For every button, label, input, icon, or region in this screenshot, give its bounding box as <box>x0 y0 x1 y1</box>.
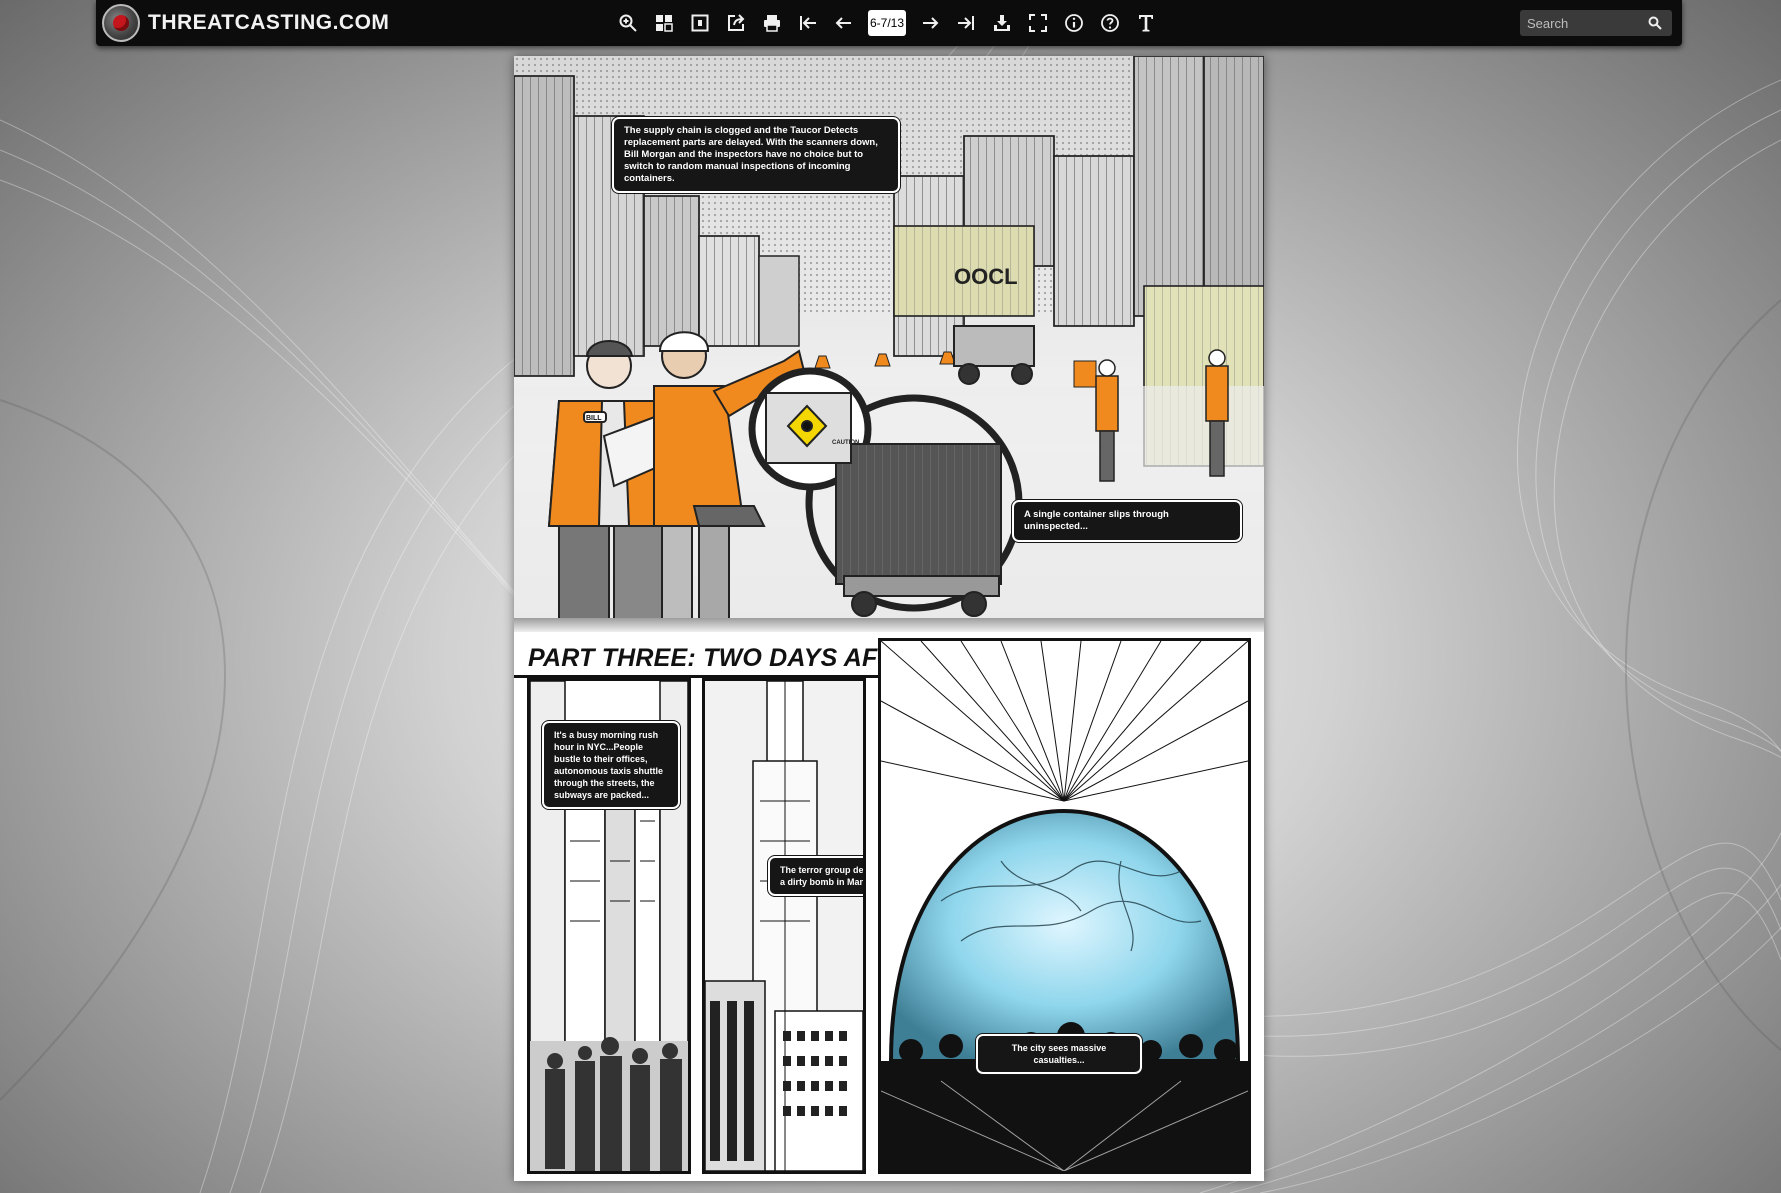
download-icon[interactable] <box>984 5 1020 41</box>
fullscreen-icon[interactable] <box>1020 5 1056 41</box>
text-icon[interactable] <box>1128 5 1164 41</box>
explosion-illustration <box>881 641 1248 1171</box>
brand-name: THREATCASTING.COM <box>148 11 390 34</box>
logo-icon <box>102 4 140 42</box>
badge-name: BILL <box>586 415 602 422</box>
viewer-toolbar: THREATCASTING.COM 6-7/13 <box>96 0 1682 46</box>
info-icon[interactable] <box>1056 5 1092 41</box>
panel-skyscraper: The terror group detonates a dirty bomb … <box>702 678 866 1174</box>
share-icon[interactable] <box>718 5 754 41</box>
panel-explosion: The city sees massive casualties... <box>878 638 1251 1174</box>
caption-single-container: A single container slips through uninspe… <box>1012 500 1242 542</box>
skyscraper-illustration <box>705 681 863 1171</box>
panel-shipping-yard: OOCL BILL CAUTION The supply chain is cl… <box>514 56 1264 618</box>
search-icon[interactable] <box>1642 10 1668 36</box>
caption-supply-chain: The supply chain is clogged and the Tauc… <box>612 117 900 193</box>
last-page-icon[interactable] <box>948 5 984 41</box>
previous-page-icon[interactable] <box>826 5 862 41</box>
toolbar-tools: 6-7/13 <box>610 0 1164 46</box>
zoom-in-icon[interactable] <box>610 5 646 41</box>
brand-logo[interactable]: THREATCASTING.COM <box>102 4 389 42</box>
thumbnails-icon[interactable] <box>646 5 682 41</box>
caption-rush-hour: It's a busy morning rush hour in NYC...P… <box>542 721 680 809</box>
first-page-icon[interactable] <box>790 5 826 41</box>
print-icon[interactable] <box>754 5 790 41</box>
panel-nyc-street: It's a busy morning rush hour in NYC...P… <box>527 678 691 1174</box>
help-icon[interactable] <box>1092 5 1128 41</box>
search-box <box>1520 10 1672 36</box>
caution-label: CAUTION <box>832 440 859 446</box>
page-divider <box>514 618 1264 632</box>
comic-page: OOCL BILL CAUTION The supply chain is cl… <box>514 56 1264 1181</box>
search-input[interactable] <box>1520 15 1642 31</box>
single-page-icon[interactable] <box>682 5 718 41</box>
caption-dirty-bomb: The terror group detonates a dirty bomb … <box>768 856 863 896</box>
page-number-field[interactable]: 6-7/13 <box>868 10 906 36</box>
next-page-icon[interactable] <box>912 5 948 41</box>
container-brand-text: OOCL <box>954 264 1018 289</box>
caption-casualties: The city sees massive casualties... <box>976 1034 1142 1074</box>
